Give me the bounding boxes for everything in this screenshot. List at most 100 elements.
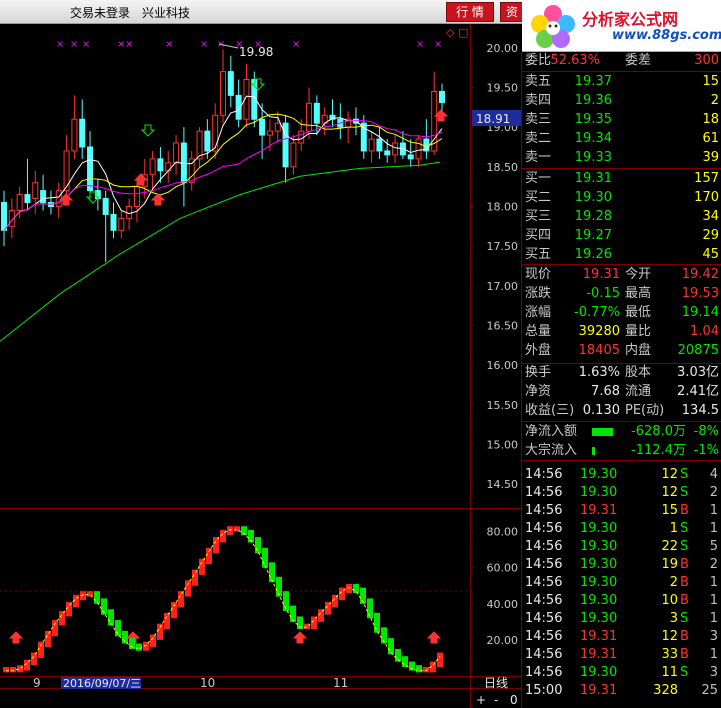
fund-value: 2.41亿 (677, 384, 719, 399)
buy-level-row: 买三 19.28 34 (522, 208, 721, 226)
tick-side: S (680, 611, 689, 626)
indicator-bar (437, 652, 443, 667)
buy-arrow-icon (58, 193, 74, 206)
indicator-bar (94, 591, 100, 604)
tick-side: B (680, 593, 689, 608)
candle-body (40, 190, 47, 204)
indicator-bar (150, 634, 156, 648)
indicator-bar (192, 569, 198, 586)
tick-volume: 22 (661, 539, 678, 554)
indicator-bar (423, 666, 429, 673)
stat-value: 19.31 (582, 267, 620, 282)
flower-logo-icon (531, 5, 575, 48)
sell-level-row: 卖四 19.36 2 (522, 92, 721, 110)
tick-row[interactable]: 14:56 19.30 12 S 4 (522, 466, 721, 484)
indicator-bar (10, 666, 16, 673)
signal-cross-icon: × (82, 39, 90, 50)
tick-row[interactable]: 14:56 19.31 15 B 1 (522, 502, 721, 520)
fund-row: 收益(三) 0.130 PE(动) 134.5 (522, 402, 721, 420)
zoom-in-button[interactable]: + (476, 693, 486, 707)
flow-percent: -1% (693, 443, 719, 458)
separator (522, 168, 721, 169)
candle-body (87, 146, 94, 192)
separator (522, 460, 721, 461)
level-price: 19.35 (574, 112, 612, 127)
indicator-bar (38, 641, 44, 658)
fund-label: 换手 (525, 365, 552, 380)
candle-body (259, 118, 266, 136)
indicator-bar (52, 620, 58, 637)
stat-label: 量比 (625, 324, 652, 339)
tick-row[interactable]: 14:56 19.30 1 S 1 (522, 520, 721, 538)
logo-brand: 分析家公式网 (582, 10, 679, 29)
tick-row[interactable]: 14:56 19.30 2 B 1 (522, 574, 721, 592)
diff-value: 300 (694, 53, 719, 68)
tick-count: 1 (709, 647, 718, 662)
candle-body (149, 158, 156, 176)
fund-label: 收益(三) (525, 403, 575, 418)
price-axis-label: 16.00 (487, 359, 519, 372)
indicator-bar (178, 591, 184, 608)
stat-value: 19.42 (681, 267, 719, 282)
price-axis-label: 17.00 (487, 280, 519, 293)
indicator-bar (206, 547, 212, 565)
tick-count: 4 (709, 467, 718, 482)
info-button[interactable]: 资 (500, 2, 524, 22)
tick-row[interactable]: 14:56 19.31 12 B 3 (522, 628, 721, 646)
kline-chart[interactable]: 20.00 19.50 19.00 18.50 18.00 17.50 17.00 16.50… (0, 24, 521, 708)
flow-label: 净流入额 (525, 424, 578, 439)
tick-row[interactable]: 14:56 19.30 11 S 3 (522, 664, 721, 682)
ma-line (3, 120, 443, 231)
candle-body (376, 138, 383, 152)
chart-canvas[interactable]: 20.0019.5019.0018.5018.0017.5017.0016.50… (0, 24, 521, 708)
tick-row[interactable]: 14:56 19.30 19 B 2 (522, 556, 721, 574)
period-label[interactable]: 日线 (484, 676, 508, 690)
stat-value: 20875 (677, 343, 719, 358)
candles (1, 49, 445, 263)
indicator-bar (213, 537, 219, 554)
candle-body (24, 194, 31, 204)
zero-button[interactable]: 0 (510, 693, 518, 707)
level-volume: 45 (702, 247, 719, 262)
tick-row[interactable]: 14:56 19.31 33 B 1 (522, 646, 721, 664)
candle-body (102, 198, 109, 215)
sell-level-row: 卖五 19.37 15 (522, 73, 721, 91)
indicator-bar (171, 602, 177, 619)
tick-row[interactable]: 14:56 19.30 12 S 2 (522, 484, 721, 502)
tick-volume: 328 (653, 683, 678, 698)
flow-row: 大宗流入 -112.4万 -1% (522, 442, 721, 460)
tick-price: 19.31 (580, 647, 618, 662)
level-volume: 34 (702, 209, 719, 224)
signal-cross-icon: × (200, 39, 208, 50)
tick-row[interactable]: 14:56 19.30 22 S 5 (522, 538, 721, 556)
sell-level-row: 卖三 19.35 18 (522, 111, 721, 129)
buy-arrow-icon (292, 631, 308, 644)
tick-count: 5 (709, 539, 718, 554)
tick-side: S (680, 521, 689, 536)
tick-row[interactable]: 15:00 19.31 328 25 (522, 682, 721, 700)
tick-price: 19.30 (580, 611, 618, 626)
signal-cross-icon: × (165, 39, 173, 50)
indicator-bar (59, 611, 65, 626)
price-axis-label: 20.00 (487, 42, 519, 55)
candle-body (79, 118, 86, 148)
candle-body (16, 194, 23, 211)
price-axis-label: 17.50 (487, 240, 519, 253)
fund-value: 134.5 (681, 403, 719, 418)
tick-price: 19.31 (580, 629, 618, 644)
zoom-out-button[interactable]: - (494, 693, 498, 707)
price-axis-label: 16.50 (487, 320, 519, 333)
tick-row[interactable]: 14:56 19.30 10 B 1 (522, 592, 721, 610)
tick-count: 1 (709, 521, 718, 536)
candle-body (392, 142, 399, 156)
tick-time: 14:56 (525, 557, 563, 572)
tick-volume: 10 (661, 593, 678, 608)
stat-value: -0.77% (574, 305, 620, 320)
max-price-label: 19.98 (239, 45, 273, 59)
level-volume: 170 (694, 190, 719, 205)
quote-button[interactable]: 行 情 (446, 2, 494, 22)
stat-value: 19.14 (681, 305, 719, 320)
stat-value: 18405 (578, 343, 620, 358)
indicator-bar (269, 562, 275, 583)
tick-row[interactable]: 14:56 19.30 3 S 1 (522, 610, 721, 628)
